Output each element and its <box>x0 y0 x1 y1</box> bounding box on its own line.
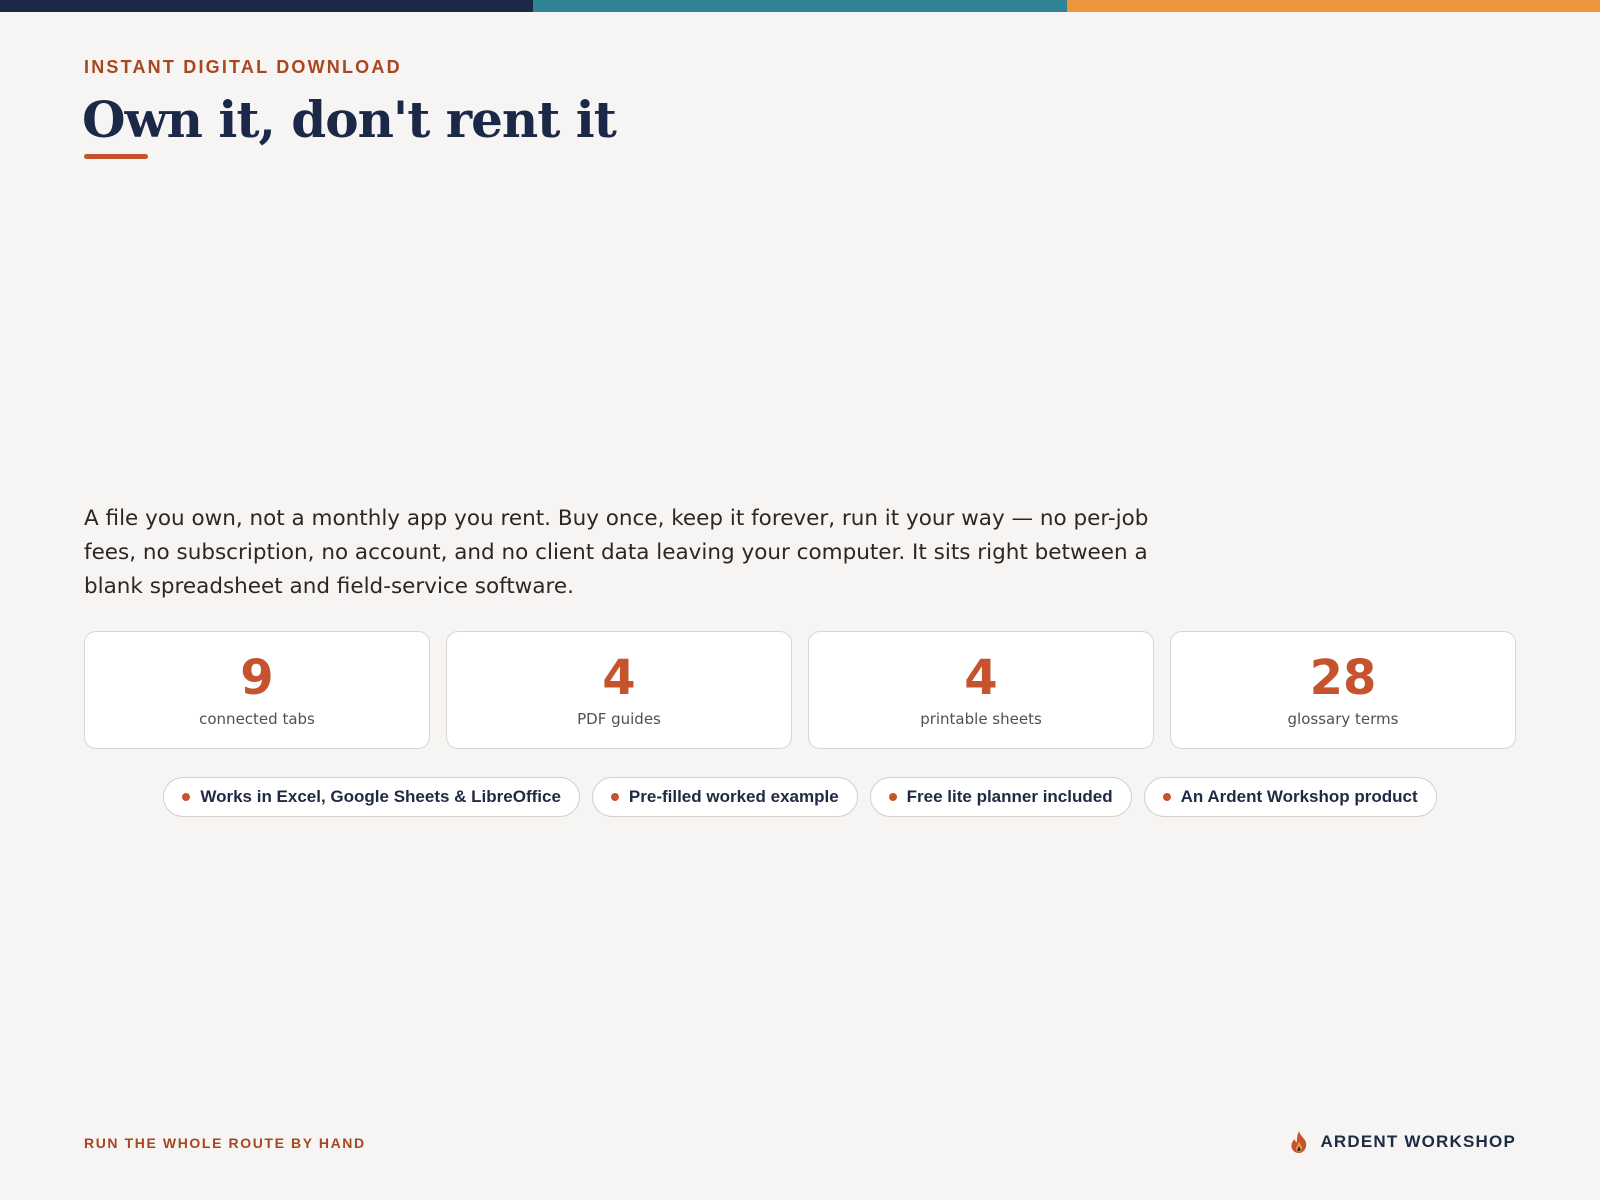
eyebrow-label: INSTANT DIGITAL DOWNLOAD <box>84 57 402 77</box>
stat-label: connected tabs <box>199 710 315 728</box>
feature-pill-label: Pre-filled worked example <box>628 787 839 806</box>
stat-label: glossary terms <box>1287 710 1399 728</box>
feature-pill-lite-planner: Free lite planner included <box>869 777 1132 817</box>
page-title: Own it, don't rent it <box>82 90 617 149</box>
bullet-dot-icon <box>182 793 191 801</box>
feature-pill-brand: An Ardent Workshop product <box>1143 777 1437 817</box>
stats-row: 9 connected tabs 4 PDF guides 4 printabl… <box>84 631 1516 749</box>
feature-pill-worked-example: Pre-filled worked example <box>591 777 858 817</box>
feature-pill-label: An Ardent Workshop product <box>1180 787 1418 806</box>
stat-label: printable sheets <box>920 710 1042 728</box>
bullet-dot-icon <box>888 793 897 801</box>
stat-card-printable-sheets: 4 printable sheets <box>808 631 1154 749</box>
brand-name: ARDENT WORKSHOP <box>1320 1132 1516 1151</box>
top-color-bar <box>0 0 1600 12</box>
stat-value: 9 <box>240 650 274 706</box>
stat-value: 28 <box>1309 650 1377 706</box>
bullet-dot-icon <box>1162 793 1171 801</box>
feature-pill-compatibility: Works in Excel, Google Sheets & LibreOff… <box>163 777 580 817</box>
footer-tagline: RUN THE WHOLE ROUTE BY HAND <box>84 1135 366 1151</box>
bullet-dot-icon <box>610 793 619 801</box>
top-bar-teal-segment <box>533 0 1067 12</box>
flame-icon <box>1291 1131 1307 1153</box>
footer-brand: ARDENT WORKSHOP <box>1288 1130 1516 1154</box>
stat-label: PDF guides <box>577 710 661 728</box>
top-bar-amber-segment <box>1066 0 1600 12</box>
stat-card-glossary-terms: 28 glossary terms <box>1170 631 1516 749</box>
top-bar-navy-segment <box>0 0 534 12</box>
feature-pill-label: Works in Excel, Google Sheets & LibreOff… <box>200 787 561 806</box>
stat-value: 4 <box>602 650 636 706</box>
feature-pill-label: Free lite planner included <box>906 787 1113 806</box>
stat-card-tabs: 9 connected tabs <box>84 631 430 749</box>
intro-paragraph: A file you own, not a monthly app you re… <box>84 506 1149 599</box>
feature-pills: Works in Excel, Google Sheets & LibreOff… <box>0 777 1600 817</box>
stat-value: 4 <box>964 650 998 706</box>
stat-card-pdf-guides: 4 PDF guides <box>446 631 792 749</box>
title-underline <box>84 154 148 159</box>
